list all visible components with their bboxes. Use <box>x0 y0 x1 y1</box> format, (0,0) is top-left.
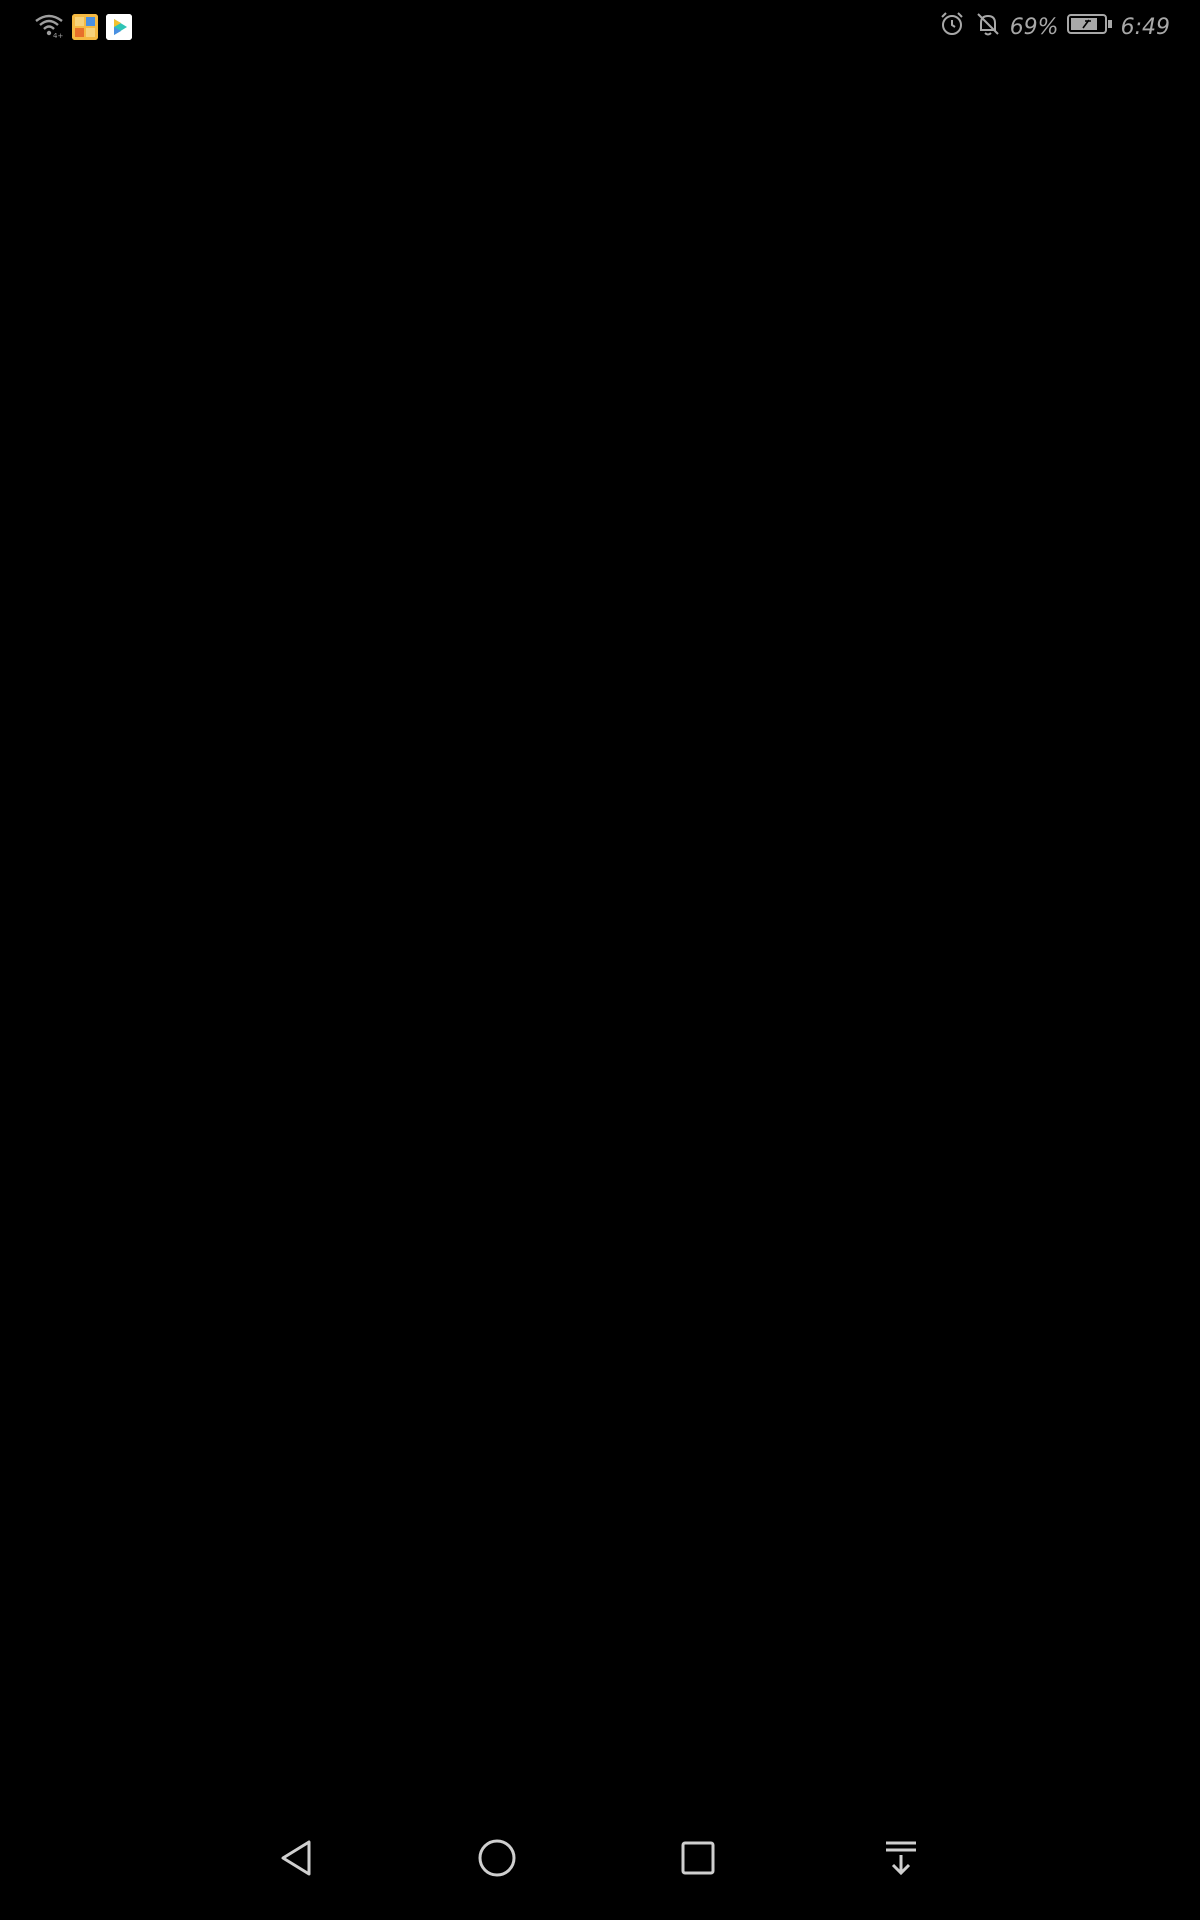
battery-percent: 69% <box>1009 14 1059 40</box>
gallery-app-icon <box>72 14 98 40</box>
status-right-group: 69% 6:49 <box>938 10 1170 44</box>
status-bar: 4+ 69% 6:49 <box>0 0 1200 52</box>
notification-pulldown-icon <box>881 1838 921 1882</box>
recent-apps-icon <box>678 1838 718 1882</box>
home-button[interactable] <box>467 1830 527 1890</box>
notification-pulldown-button[interactable] <box>871 1830 931 1890</box>
svg-text:4+: 4+ <box>53 32 63 38</box>
bell-muted-icon <box>974 10 1002 44</box>
recent-apps-button[interactable] <box>668 1830 728 1890</box>
back-button[interactable] <box>267 1830 327 1890</box>
navigation-bar <box>0 1800 1200 1920</box>
alarm-icon <box>938 10 966 44</box>
clock-time: 6:49 <box>1120 14 1170 40</box>
home-icon <box>477 1838 517 1882</box>
battery-icon <box>1066 12 1113 42</box>
back-icon <box>277 1838 317 1882</box>
status-left-group: 4+ <box>34 12 132 42</box>
wifi-icon: 4+ <box>34 12 64 42</box>
video-app-icon <box>106 14 132 40</box>
blank-screen-content <box>0 52 1200 1840</box>
